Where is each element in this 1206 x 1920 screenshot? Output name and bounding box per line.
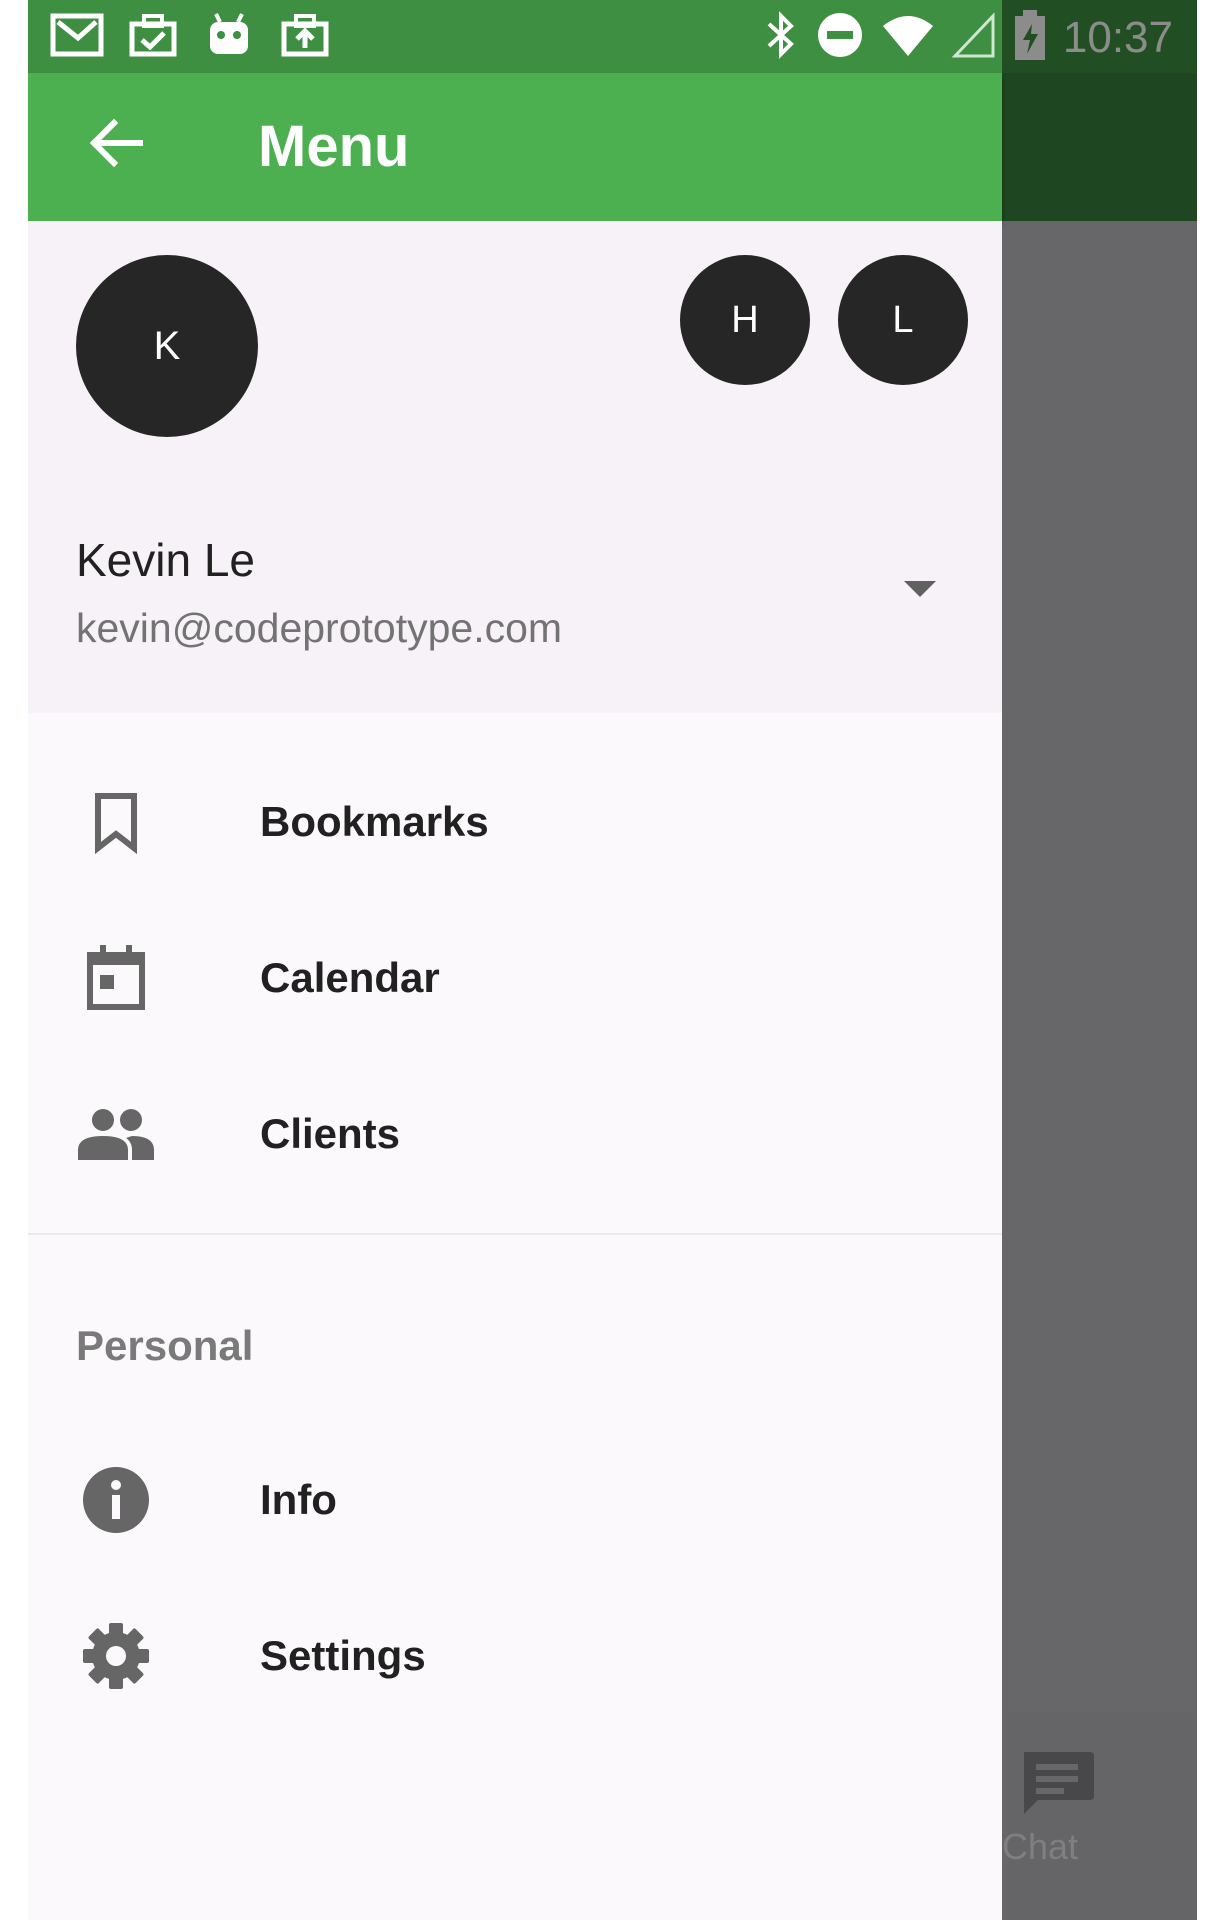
wifi-icon (881, 10, 935, 65)
gmail-icon (50, 10, 106, 65)
drawer-divider (28, 1233, 1002, 1235)
upload-icon (278, 10, 334, 65)
section-header-personal: Personal (76, 1322, 254, 1369)
arrow-back-icon (89, 118, 143, 168)
drawer-item-label: Settings (260, 1632, 426, 1679)
drawer-item-settings[interactable]: Settings (28, 1584, 1002, 1734)
other-account-avatar-h[interactable]: H (680, 255, 810, 385)
people-icon (74, 1092, 158, 1176)
settings-icon (74, 1614, 158, 1698)
back-button[interactable] (84, 111, 148, 180)
drawer-item-label: Info (260, 1476, 337, 1523)
do-not-disturb-icon (815, 10, 865, 65)
app-screen: Chat 10:37 Menu K H L Kevin Le kevin@cod… (28, 0, 1197, 1920)
current-account-avatar[interactable]: K (76, 255, 258, 437)
drawer-item-calendar[interactable]: Calendar (28, 906, 1002, 1056)
account-email: kevin@codeprototype.com (76, 605, 563, 651)
drawer-item-bookmarks[interactable]: Bookmarks (28, 750, 1002, 900)
calendar-icon (74, 936, 158, 1020)
drawer-item-info[interactable]: Info (28, 1428, 1002, 1578)
info-icon (74, 1458, 158, 1542)
account-header: K H L Kevin Le kevin@codeprototype.com (28, 221, 1002, 713)
status-bar-scrim (1002, 0, 1197, 73)
drawer-item-label: Calendar (260, 954, 440, 1001)
chat-tab-label: Chat (1002, 1826, 1079, 1867)
account-name: Kevin Le (76, 534, 256, 586)
bluetooth-icon (763, 10, 799, 65)
app-bar-title: Menu (258, 114, 410, 179)
drawer-item-label: Clients (260, 1110, 401, 1157)
app-bar: Menu (28, 73, 1002, 221)
drawer-item-clients[interactable]: Clients (28, 1062, 1002, 1212)
android-icon (202, 10, 258, 65)
task-done-icon (126, 10, 182, 65)
account-dropdown-icon[interactable] (904, 581, 936, 597)
bookmark-icon (74, 780, 158, 864)
chat-icon (1018, 1748, 1096, 1823)
cell-signal-icon (951, 10, 997, 65)
other-account-avatar-l[interactable]: L (838, 255, 968, 385)
drawer-item-label: Bookmarks (260, 798, 489, 845)
